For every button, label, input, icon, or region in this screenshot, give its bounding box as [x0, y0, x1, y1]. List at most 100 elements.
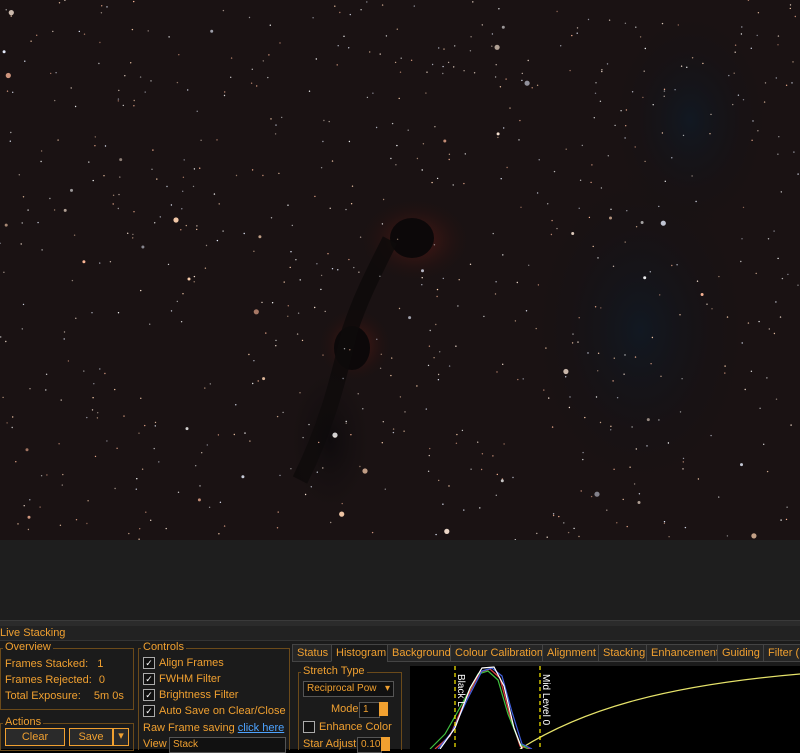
star — [206, 444, 208, 446]
star — [505, 78, 507, 80]
star — [0, 336, 2, 338]
stacked-image-view[interactable] — [0, 0, 800, 540]
tab-enhancement[interactable]: Enhancement — [646, 644, 724, 662]
star — [193, 168, 196, 170]
tab-stacking[interactable]: Stacking — [598, 644, 651, 662]
star — [601, 70, 603, 73]
star — [394, 61, 397, 64]
tab-histogram[interactable]: Histogram — [331, 644, 392, 662]
fwhm-filter-checkbox[interactable]: ✓ FWHM Filter — [143, 673, 221, 685]
mode-input[interactable]: 1 — [359, 702, 380, 718]
star — [671, 157, 673, 159]
view-select[interactable]: Stack — [169, 737, 286, 753]
star — [396, 144, 398, 147]
star — [777, 44, 779, 46]
tab-status[interactable]: Status — [292, 644, 334, 662]
star — [790, 424, 792, 426]
enhance-color-checkbox[interactable]: Enhance Color — [303, 721, 392, 733]
star — [498, 8, 500, 10]
star — [133, 211, 135, 213]
auto-save-label: Auto Save on Clear/Close — [159, 705, 286, 717]
star — [63, 338, 65, 340]
brightness-filter-checkbox[interactable]: ✓ Brightness Filter — [143, 689, 238, 701]
tab-background[interactable]: Background — [387, 644, 456, 662]
star — [435, 323, 437, 326]
star — [275, 345, 277, 347]
star — [252, 382, 254, 385]
star — [639, 36, 642, 38]
nebula-image — [0, 0, 800, 540]
star — [428, 345, 431, 347]
stretch-type-value: Reciprocal Pow — [307, 683, 377, 694]
tab-alignment[interactable]: Alignment — [542, 644, 601, 662]
star — [151, 168, 153, 170]
star — [775, 301, 777, 303]
star — [262, 174, 264, 177]
star — [168, 36, 170, 38]
star — [75, 317, 77, 319]
star — [219, 501, 222, 503]
star — [40, 150, 43, 152]
tab-guiding[interactable]: Guiding — [717, 644, 765, 662]
star — [27, 528, 30, 531]
star — [127, 232, 129, 234]
star — [276, 415, 279, 418]
star — [384, 488, 386, 490]
star — [416, 157, 419, 160]
star — [635, 448, 637, 450]
tab-filter[interactable]: Filter (F — [763, 644, 800, 662]
star — [671, 264, 673, 267]
star — [230, 76, 232, 79]
star — [218, 203, 220, 205]
star — [431, 63, 434, 66]
clear-button[interactable]: Clear — [5, 728, 65, 746]
star — [140, 397, 142, 399]
star — [71, 279, 74, 282]
star — [109, 261, 112, 263]
star — [404, 411, 406, 413]
star — [436, 295, 438, 298]
star — [577, 341, 579, 343]
star — [552, 514, 555, 517]
star — [287, 204, 289, 206]
star — [83, 33, 86, 35]
star — [442, 72, 444, 75]
star — [116, 447, 118, 449]
star — [86, 416, 88, 419]
star — [527, 59, 529, 62]
star — [316, 471, 318, 473]
star — [600, 187, 603, 189]
auto-save-checkbox[interactable]: ✓ Auto Save on Clear/Close — [143, 705, 286, 717]
star — [625, 109, 628, 111]
star — [568, 406, 571, 409]
save-dropdown-button[interactable]: ▾ — [113, 728, 129, 746]
star — [349, 349, 351, 351]
star — [587, 352, 589, 354]
mode-spinner[interactable] — [379, 702, 388, 716]
star — [777, 257, 779, 260]
star — [5, 9, 7, 11]
star-adjust-input[interactable]: 0.10 — [357, 737, 382, 753]
align-frames-checkbox[interactable]: ✓ Align Frames — [143, 657, 224, 669]
star — [141, 468, 144, 470]
star — [235, 174, 238, 177]
star — [304, 493, 307, 496]
histogram-plot[interactable]: Black L Mid Level 0 — [410, 666, 800, 750]
star — [375, 126, 378, 129]
star — [308, 90, 311, 92]
star — [536, 84, 539, 87]
stretch-type-select[interactable]: Reciprocal Pow ▾ — [303, 681, 394, 697]
star — [444, 528, 450, 535]
star — [438, 479, 440, 482]
star — [5, 340, 7, 343]
save-button[interactable]: Save — [69, 728, 113, 746]
star — [25, 448, 29, 452]
star — [339, 511, 345, 517]
star — [757, 12, 760, 14]
star — [358, 271, 360, 273]
star — [502, 363, 504, 365]
tab-colour-calibration[interactable]: Colour Calibration — [450, 644, 549, 662]
click-here-link[interactable]: click here — [238, 722, 284, 734]
check-icon: ✓ — [143, 657, 155, 669]
star — [60, 399, 62, 401]
